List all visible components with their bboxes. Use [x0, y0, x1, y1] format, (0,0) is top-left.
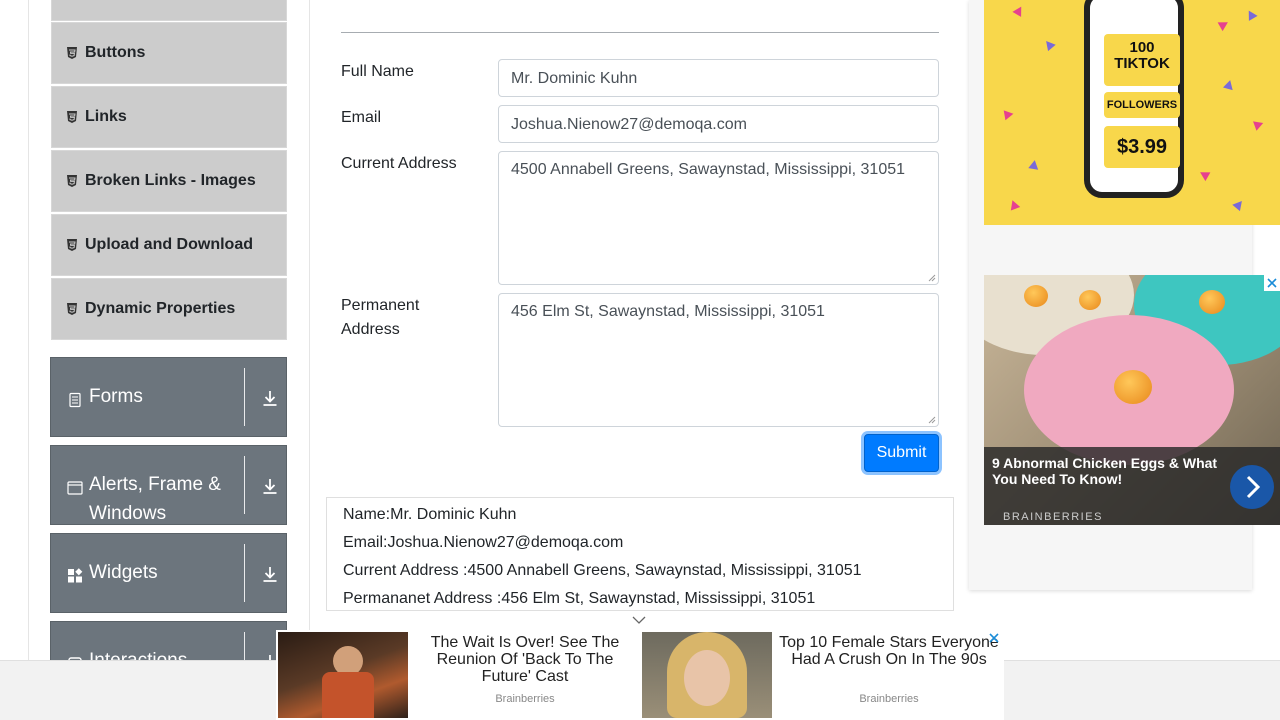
output-name: Name:Mr. Dominic Kuhn: [343, 506, 517, 523]
sidebar-item-broken-links[interactable]: Broken Links - Images: [51, 150, 287, 212]
ad-title: The Wait Is Over! See The Reunion Of 'Ba…: [430, 634, 620, 685]
output-email: Email:Joshua.Nienow27@demoqa.com: [343, 534, 624, 551]
ad-brand: Brainberries: [495, 693, 555, 705]
ad-title: 9 Abnormal Chicken Eggs & What You Need …: [992, 455, 1218, 487]
yolk-shape: [1079, 290, 1101, 310]
sidebar-item-label: Upload and Download: [85, 236, 253, 253]
ad-close-button[interactable]: [1264, 275, 1280, 291]
resize-handle-icon[interactable]: [928, 416, 936, 424]
form-icon: [67, 388, 83, 408]
confetti-shape: [1003, 108, 1015, 121]
permanent-address-textarea[interactable]: 456 Elm St, Sawaynstad, Mississippi, 310…: [498, 293, 939, 427]
sidebar-item-partial[interactable]: [51, 0, 287, 21]
ad-close-button[interactable]: [986, 630, 1002, 646]
group-forms[interactable]: Forms: [50, 357, 287, 437]
output-panel: Name:Mr. Dominic Kuhn Email:Joshua.Nieno…: [326, 497, 954, 611]
confetti-shape: [1253, 118, 1265, 131]
bottom-ad-2[interactable]: Top 10 Female Stars Everyone Had A Crush…: [640, 630, 1004, 720]
group-label: Alerts, Frame &: [89, 474, 221, 495]
yolk-shape: [1024, 285, 1048, 307]
confetti-shape: [1197, 167, 1211, 182]
tiktok-label: TIKTOK: [1114, 55, 1170, 72]
confetti-shape: [1232, 197, 1246, 212]
download-icon[interactable]: [260, 388, 280, 408]
download-icon[interactable]: [260, 476, 280, 496]
window-icon: [67, 476, 83, 495]
sidebar-item-label: Buttons: [85, 44, 146, 61]
email-input[interactable]: Joshua.Nienow27@demoqa.com: [498, 105, 939, 143]
followers-label: FOLLOWERS: [1104, 92, 1180, 118]
sidebar-item-label: Broken Links - Images: [85, 172, 256, 189]
email-label: Email: [341, 109, 382, 126]
html5-icon: [66, 239, 78, 251]
html5-icon: [66, 47, 78, 59]
group-label: Forms: [89, 386, 143, 407]
sidebar-item-label: Dynamic Properties: [85, 300, 236, 317]
submit-button[interactable]: Submit: [864, 434, 939, 472]
divider: [244, 544, 245, 602]
sidebar-item-upload-download[interactable]: Upload and Download: [51, 214, 287, 276]
close-icon: [1267, 278, 1277, 288]
group-label-line2: Windows: [89, 503, 167, 524]
confetti-shape: [1223, 78, 1235, 91]
permanent-address-label: Permanent Address: [341, 297, 420, 338]
confetti-shape: [1217, 17, 1231, 32]
html5-icon: [66, 303, 78, 315]
sidebar-item-dynamic-properties[interactable]: Dynamic Properties: [51, 278, 287, 340]
close-icon: [989, 633, 999, 643]
tiktok-count: 100: [1129, 39, 1155, 56]
ad-image: [642, 632, 772, 718]
phone-illustration: 100 TIKTOK FOLLOWERS $3.99: [1084, 0, 1184, 198]
full-name-label: Full Name: [341, 63, 414, 80]
confetti-shape: [1007, 198, 1021, 211]
resize-handle-icon[interactable]: [928, 274, 936, 282]
ad-brand: BRAINBERRIES: [1003, 511, 1103, 523]
next-arrow-button[interactable]: [1230, 465, 1274, 509]
current-address-value: 4500 Annabell Greens, Sawaynstad, Missis…: [511, 161, 906, 178]
confetti-shape: [1244, 8, 1258, 21]
ad-brand: Brainberries: [859, 693, 919, 705]
full-name-input[interactable]: Mr. Dominic Kuhn: [498, 59, 939, 97]
divider: [244, 368, 245, 426]
yolk-shape: [1114, 370, 1152, 404]
confetti-shape: [1042, 37, 1056, 52]
price-label: $3.99: [1104, 126, 1180, 168]
group-widgets[interactable]: Widgets: [50, 533, 287, 613]
ad-caption: 9 Abnormal Chicken Eggs & What You Need …: [984, 447, 1280, 525]
bottom-ad-1[interactable]: The Wait Is Over! See The Reunion Of 'Ba…: [276, 630, 640, 720]
confetti-shape: [1012, 4, 1026, 17]
ad-tiktok-followers[interactable]: 100 TIKTOK FOLLOWERS $3.99: [984, 0, 1280, 225]
html5-icon: [66, 175, 78, 187]
sidebar-item-buttons[interactable]: Buttons: [51, 22, 287, 84]
output-current-address: Current Address :4500 Annabell Greens, S…: [343, 562, 862, 579]
divider: [244, 456, 245, 514]
yolk-shape: [1199, 290, 1225, 314]
chevron-down-icon[interactable]: [631, 614, 647, 626]
divider: [341, 32, 939, 33]
sidebar-item-links[interactable]: Links: [51, 86, 287, 148]
output-permanent-address: Permananet Address :456 Elm St, Sawaynst…: [343, 590, 816, 607]
confetti-shape: [1028, 159, 1040, 170]
group-label: Widgets: [89, 562, 158, 583]
ad-title: Top 10 Female Stars Everyone Had A Crush…: [779, 634, 999, 668]
html5-icon: [66, 111, 78, 123]
sidebar: Buttons Links Broken Links - Images Uplo…: [28, 0, 310, 720]
sidebar-item-label: Links: [85, 108, 127, 125]
group-alerts-frame-windows[interactable]: Alerts, Frame & Windows: [50, 445, 287, 525]
ad-image: [278, 632, 408, 718]
chevron-right-icon: [1246, 475, 1261, 499]
permanent-address-value: 456 Elm St, Sawaynstad, Mississippi, 310…: [511, 303, 825, 320]
widgets-icon: [67, 564, 83, 583]
ad-chicken-eggs[interactable]: 9 Abnormal Chicken Eggs & What You Need …: [984, 275, 1280, 525]
current-address-label: Current Address: [341, 155, 457, 172]
current-address-textarea[interactable]: 4500 Annabell Greens, Sawaynstad, Missis…: [498, 151, 939, 285]
download-icon[interactable]: [260, 564, 280, 584]
